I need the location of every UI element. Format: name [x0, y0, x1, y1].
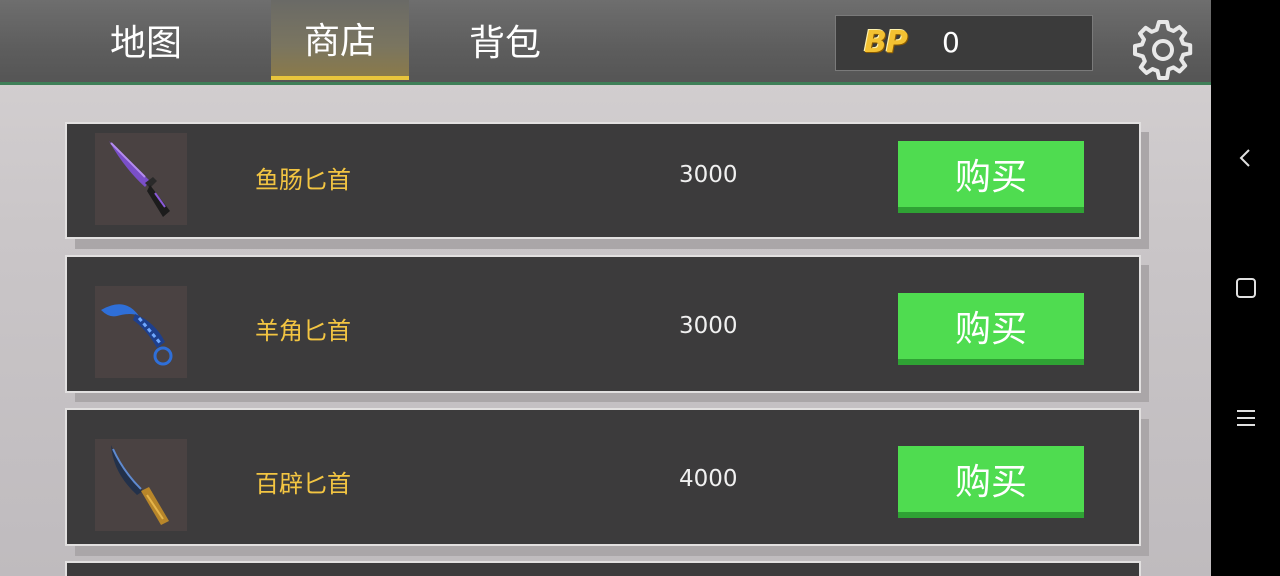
buy-button[interactable]: 购买: [898, 293, 1084, 365]
shop-item-row: 百辟匕首 4000 购买: [65, 408, 1141, 546]
item-name: 鱼肠匕首: [255, 166, 351, 194]
tab-map-label: 地图: [109, 23, 182, 64]
back-icon[interactable]: [1233, 145, 1259, 171]
item-name: 百辟匕首: [255, 470, 351, 498]
tab-backpack[interactable]: 背包: [445, 0, 565, 80]
bp-logo: BP: [864, 25, 908, 60]
shop-item-row: 羊角匕首 3000 购买: [65, 255, 1141, 393]
home-icon[interactable]: [1233, 275, 1259, 301]
tab-shop[interactable]: 商店: [271, 0, 409, 80]
item-price: 3000: [679, 313, 738, 339]
knife-gold-blue-icon: [95, 439, 187, 531]
shop-item-row-partial: [65, 561, 1141, 576]
settings-gear-icon[interactable]: [1131, 18, 1195, 82]
karambit-blue-icon: [95, 286, 187, 378]
item-name: 羊角匕首: [255, 317, 351, 345]
tab-map[interactable]: 地图: [86, 0, 206, 80]
tab-backpack-label: 背包: [468, 23, 541, 64]
currency-display: BP 0: [835, 15, 1093, 71]
shop-item-row: 鱼肠匕首 3000 购买: [65, 122, 1141, 239]
system-nav-bar: [1211, 0, 1280, 576]
game-screen: 地图 商店 背包 BP 0 鱼肠匕首 3000 购买 羊角匕首 3000 购买 …: [0, 0, 1211, 576]
menu-icon[interactable]: [1233, 405, 1259, 431]
knife-purple-icon: [95, 133, 187, 225]
buy-button[interactable]: 购买: [898, 446, 1084, 518]
top-bar: 地图 商店 背包 BP 0: [0, 0, 1211, 85]
item-price: 3000: [679, 162, 738, 188]
tab-shop-label: 商店: [303, 21, 376, 62]
buy-button[interactable]: 购买: [898, 141, 1084, 213]
item-price: 4000: [679, 466, 738, 492]
bp-value: 0: [942, 26, 960, 59]
